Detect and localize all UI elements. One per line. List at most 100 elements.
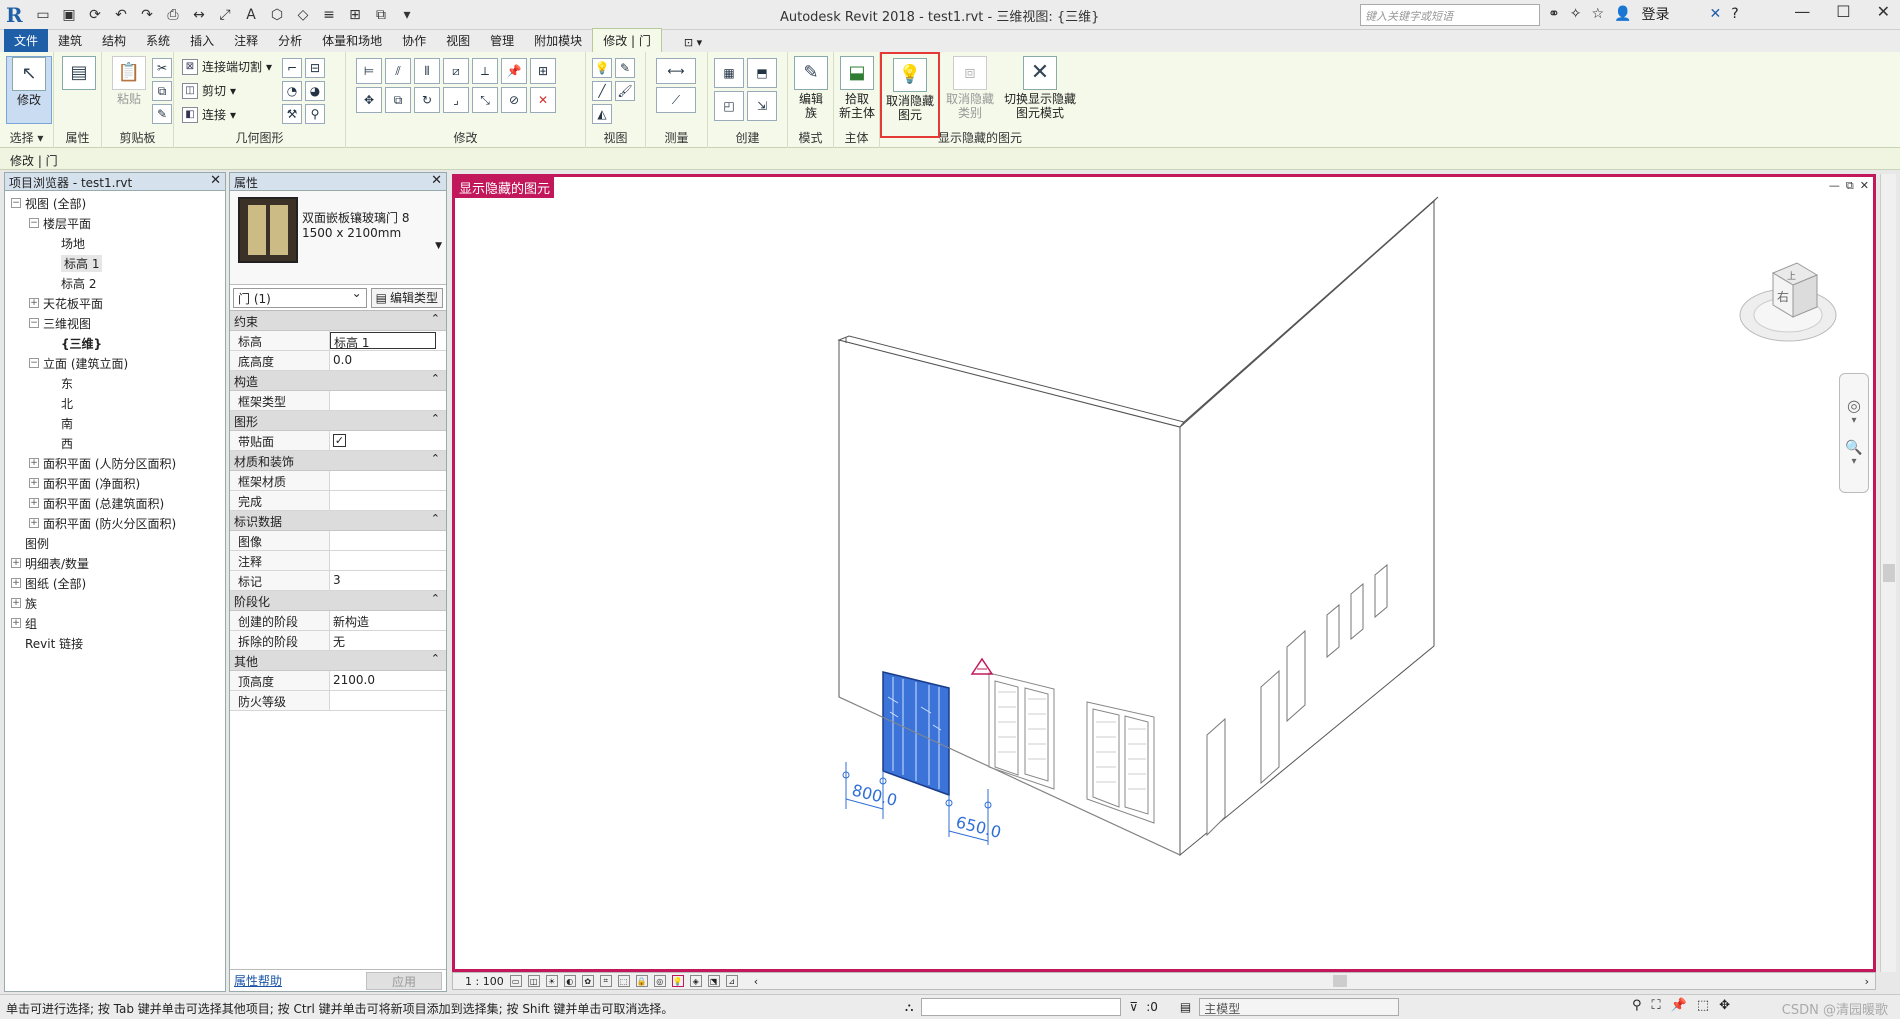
select-by-face-icon[interactable]: ⬚ [1697, 998, 1709, 1013]
design-option-field[interactable]: 主模型 [1199, 998, 1400, 1016]
tab-architecture[interactable]: 建筑 [48, 29, 92, 52]
remove-paint-icon[interactable]: ◕ [305, 81, 325, 101]
wheel-dropdown-icon[interactable]: ▾ [1840, 415, 1868, 426]
minimize-icon[interactable]: — [1794, 2, 1810, 21]
toggle-reveal-mode-button[interactable]: ✕ 切换显示隐藏 图元模式 [1000, 56, 1080, 124]
property-group-header[interactable]: 标识数据 ⌃ [230, 511, 446, 531]
select-dropdown[interactable]: 选择 ▾ [0, 129, 53, 146]
collapse-icon[interactable]: ⌃ [431, 592, 440, 605]
tree-node[interactable]: + 明细表/数量 [5, 553, 225, 573]
scale-icon[interactable]: ⤡ [472, 87, 498, 113]
pick-icon[interactable]: ⚲ [305, 104, 325, 124]
property-value[interactable] [330, 551, 446, 570]
highlight-displacement-icon[interactable]: ⬔ [707, 975, 720, 987]
tree-toggle-icon[interactable]: − [11, 198, 21, 208]
tab-analyze[interactable]: 分析 [268, 29, 312, 52]
tab-file[interactable]: 文件 [4, 29, 49, 52]
array-icon[interactable]: ⊞ [530, 58, 556, 84]
tab-insert[interactable]: 插入 [180, 29, 224, 52]
tree-toggle-icon[interactable]: + [29, 298, 39, 308]
tree-node[interactable]: + 天花板平面 [5, 293, 225, 313]
tree-node[interactable]: 场地 [5, 233, 225, 253]
zoom-dropdown-icon[interactable]: ▾ [1840, 456, 1868, 467]
tab-manage[interactable]: 管理 [480, 29, 524, 52]
property-value[interactable]: 无 [330, 631, 446, 650]
login-link[interactable]: 登录 [1641, 4, 1669, 24]
thin-lines-icon[interactable]: ≡ [318, 4, 340, 26]
tree-node[interactable]: {三维} [5, 333, 225, 353]
property-group-header[interactable]: 图形 ⌃ [230, 411, 446, 431]
temp-hide-icon[interactable]: ◎ [653, 975, 666, 987]
tree-node[interactable]: − 三维视图 [5, 313, 225, 333]
tree-toggle-icon[interactable]: − [29, 358, 39, 368]
property-checkbox[interactable]: ✓ [333, 434, 346, 447]
create-group-icon[interactable]: ◰ [714, 91, 744, 121]
tree-node[interactable]: + 面积平面 (净面积) [5, 473, 225, 493]
property-value[interactable] [330, 491, 446, 510]
dimension-icon[interactable]: ⤢ [214, 4, 236, 26]
ribbon-minimize-icon[interactable]: ⊡ ▾ [678, 33, 708, 52]
open-icon[interactable]: ▭ [32, 4, 54, 26]
tab-structure[interactable]: 结构 [92, 29, 136, 52]
tree-node[interactable]: 标高 2 [5, 273, 225, 293]
lock-3d-icon[interactable]: 🔒 [635, 975, 648, 987]
cut-icon[interactable]: ✂ [152, 58, 172, 78]
close-properties-icon[interactable]: ✕ [431, 173, 442, 188]
property-value[interactable]: ✓ [330, 431, 446, 450]
worksets-icon[interactable]: ⛬ [905, 1000, 913, 1015]
copy-element-icon[interactable]: ⧉ [385, 87, 411, 113]
paint-icon[interactable]: ◔ [282, 81, 302, 101]
cut-button[interactable]: ◫ 剪切 ▾ [182, 82, 236, 99]
pick-new-host-button[interactable]: ⬓ 拾取 新主体 [834, 56, 880, 124]
split-face-icon[interactable]: ⊟ [305, 58, 325, 78]
measure-distance-icon[interactable]: ⟷ [656, 58, 696, 84]
tree-node[interactable]: 北 [5, 393, 225, 413]
detail-level-icon[interactable]: ▭ [509, 975, 522, 987]
close-browser-icon[interactable]: ✕ [210, 173, 221, 188]
tab-annotate[interactable]: 注释 [224, 29, 268, 52]
property-group-header[interactable]: 约束 ⌃ [230, 311, 446, 331]
property-group-header[interactable]: 其他 ⌃ [230, 651, 446, 671]
move-icon[interactable]: ✥ [356, 87, 382, 113]
type-dropdown-icon[interactable]: ▼ [435, 241, 442, 251]
favorites-icon[interactable]: ☆ [1591, 6, 1604, 22]
collapse-icon[interactable]: ⌃ [431, 652, 440, 665]
undo-icon[interactable]: ↶ [110, 4, 132, 26]
tab-addins[interactable]: 附加模块 [524, 29, 592, 52]
model-canvas[interactable]: 800.0 650.0 [455, 177, 1873, 969]
tree-node[interactable]: 标高 1 [5, 253, 225, 273]
property-value[interactable]: 0.0 [330, 351, 446, 370]
tree-node[interactable]: 图例 [5, 533, 225, 553]
property-group-header[interactable]: 阶段化 ⌃ [230, 591, 446, 611]
tree-node[interactable]: 南 [5, 413, 225, 433]
mirror-axis-icon[interactable]: ⫴ [414, 58, 440, 84]
drag-elements-icon[interactable]: ✥ [1719, 998, 1730, 1013]
select-links-icon[interactable]: ⚲ [1632, 998, 1642, 1013]
sync-icon[interactable]: ⟳ [84, 4, 106, 26]
collapse-icon[interactable]: ⌃ [431, 452, 440, 465]
reveal-hidden-icon[interactable]: 💡 [671, 975, 684, 987]
create-parts-icon[interactable]: ▦ [714, 58, 744, 88]
redo-icon[interactable]: ↷ [136, 4, 158, 26]
tree-node[interactable]: + 图纸 (全部) [5, 573, 225, 593]
unhide-category-button[interactable]: ⧈ 取消隐藏 类别 [942, 56, 998, 124]
property-value[interactable]: 2100.0 [330, 671, 446, 690]
section-icon[interactable]: ◇ [292, 4, 314, 26]
tree-node[interactable]: − 楼层平面 [5, 213, 225, 233]
tab-massing-site[interactable]: 体量和场地 [312, 29, 392, 52]
collapse-icon[interactable]: ⌃ [431, 512, 440, 525]
align-icon[interactable]: ⊨ [356, 58, 382, 84]
select-underlay-icon[interactable]: ⛶ [1652, 998, 1661, 1013]
tree-node[interactable]: + 面积平面 (防火分区面积) [5, 513, 225, 533]
binoculars-icon[interactable]: ⚭ [1548, 6, 1560, 22]
split-icon[interactable]: ⟂ [472, 58, 498, 84]
tree-node[interactable]: + 面积平面 (人防分区面积) [5, 453, 225, 473]
tree-node[interactable]: − 立面 (建筑立面) [5, 353, 225, 373]
similar-icon[interactable]: ⇲ [747, 91, 777, 121]
property-group-header[interactable]: 构造 ⌃ [230, 371, 446, 391]
demolish-icon[interactable]: ⚒ [282, 104, 302, 124]
help-icon[interactable]: ? [1731, 6, 1738, 22]
property-value[interactable] [330, 691, 446, 710]
subscription-icon[interactable]: ✧ [1570, 6, 1582, 22]
render-icon[interactable]: ✿ [581, 975, 594, 987]
